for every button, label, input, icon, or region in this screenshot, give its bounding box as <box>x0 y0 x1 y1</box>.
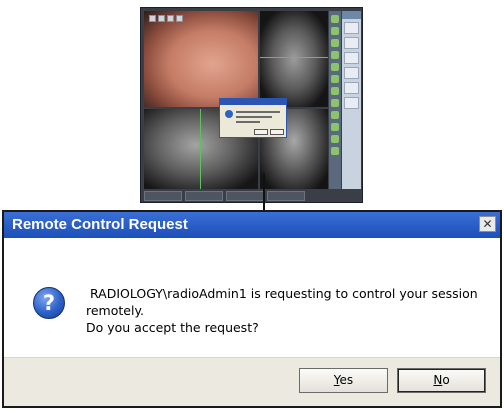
axial-mri-view <box>260 11 328 107</box>
close-button[interactable]: ✕ <box>479 216 496 232</box>
question-icon: ? <box>33 287 65 319</box>
remote-control-dialog: Remote Control Request ✕ ? RADIOLOGY\rad… <box>2 210 502 408</box>
dialog-titlebar[interactable]: Remote Control Request ✕ <box>4 212 500 238</box>
yes-button[interactable]: Yes <box>299 368 388 393</box>
thumbnail-dialog <box>219 98 287 138</box>
thumbnail-side-toolbar <box>329 11 341 189</box>
message-line-1: RADIOLOGY\radioAdmin1 is requesting to c… <box>90 286 478 301</box>
view-toolbar-icons <box>149 15 183 22</box>
close-icon: ✕ <box>482 217 493 231</box>
thumbnail-right-panel <box>342 11 361 189</box>
message-line-3: Do you accept the request? <box>86 320 259 335</box>
message-line-2: remotely. <box>86 303 145 318</box>
3d-head-view <box>144 11 258 107</box>
navigation-screen-thumbnail <box>140 7 363 203</box>
no-button[interactable]: No <box>397 368 486 393</box>
dialog-title: Remote Control Request <box>12 216 188 233</box>
thumbnail-bottom-bar <box>144 191 361 201</box>
dialog-button-area: Yes No <box>4 357 500 406</box>
dialog-message: RADIOLOGY\radioAdmin1 is requesting to c… <box>86 285 491 336</box>
